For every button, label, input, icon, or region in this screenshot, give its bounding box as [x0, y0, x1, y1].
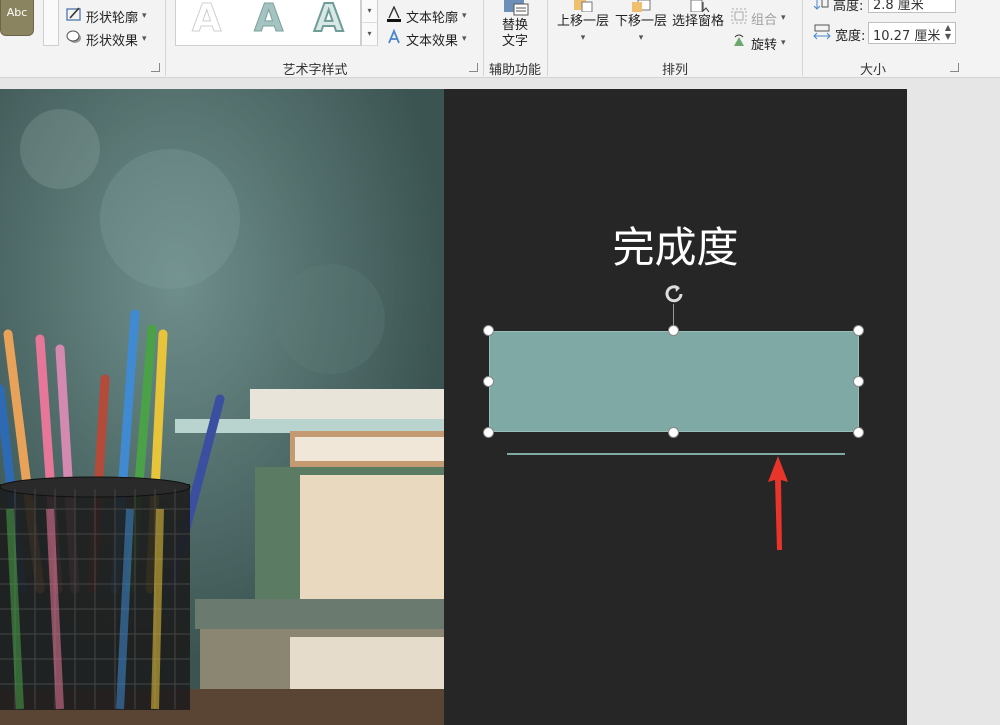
alt-text-button[interactable]: 替换 文字: [494, 0, 536, 50]
wordart-style-outline[interactable]: A: [313, 0, 344, 41]
chevron-down-icon: ▾: [362, 0, 377, 23]
text-outline-icon: [386, 5, 402, 26]
wordart-gallery[interactable]: A A A: [175, 0, 361, 46]
height-label: 高度:: [833, 0, 864, 14]
height-input[interactable]: 2.8 厘米: [868, 0, 956, 13]
chevron-down-icon: ▾: [462, 34, 467, 44]
width-control: 宽度:: [813, 24, 865, 44]
rotate-label: 旋转: [751, 37, 778, 53]
selection-pane-icon: [685, 0, 711, 13]
send-backward-button[interactable]: 下移一层 ▾: [612, 0, 670, 46]
text-effects-button[interactable]: 文本效果 ▾: [386, 28, 467, 49]
chevron-down-icon: ▾: [580, 33, 586, 43]
dialog-launcher-icon[interactable]: [950, 63, 959, 72]
resize-handle-top-right[interactable]: [853, 325, 864, 336]
text-effects-label: 文本效果: [406, 33, 459, 49]
width-icon: [813, 24, 831, 44]
resize-handle-left[interactable]: [483, 376, 494, 387]
shape-outline-icon: [66, 6, 82, 26]
shape-outline-button[interactable]: 形状轮廓 ▾: [66, 6, 147, 26]
bring-forward-icon: [570, 0, 596, 13]
slide-title[interactable]: 完成度: [444, 214, 907, 275]
size-group-label: 大小: [859, 63, 886, 78]
resize-handle-top[interactable]: [668, 325, 679, 336]
chevron-down-icon: ▾: [462, 11, 467, 21]
rotate-icon: [731, 33, 747, 53]
wordart-group-label: 艺术字样式: [282, 63, 348, 78]
wordart-style-plain[interactable]: A: [191, 0, 221, 41]
selection-pane-label: 选择窗格: [671, 14, 724, 29]
bring-forward-label: 上移一层: [556, 14, 609, 29]
resize-handle-right[interactable]: [853, 376, 864, 387]
shape-style-swatch[interactable]: Abc: [0, 0, 34, 36]
chevron-down-icon: ▾: [142, 11, 147, 21]
ribbon: Abc 形状轮廓 ▾ 形状效果 ▾ A A A ▾ ▾ 文本轮廓 ▾ 文本效果 …: [0, 0, 1000, 78]
group-icon: [731, 8, 747, 28]
accessibility-group-label: 辅助功能: [488, 63, 541, 78]
classroom-photo: [0, 89, 444, 725]
shape-outline-label: 形状轮廓: [86, 10, 139, 26]
selection-pane-button[interactable]: 选择窗格: [670, 0, 726, 30]
resize-handle-bottom-left[interactable]: [483, 427, 494, 438]
group-label: 组合: [751, 12, 778, 28]
group-divider: [165, 0, 166, 76]
text-outline-button[interactable]: 文本轮廓 ▾: [386, 5, 467, 26]
shape-effects-icon: [66, 29, 82, 49]
shape-style-scroll[interactable]: [43, 0, 59, 46]
chevron-down-icon: ▾: [142, 34, 147, 44]
resize-handle-top-left[interactable]: [483, 325, 494, 336]
progress-track-line[interactable]: [507, 453, 845, 455]
height-icon: [813, 0, 829, 14]
shape-effects-label: 形状效果: [86, 33, 139, 49]
send-backward-label: 下移一层: [614, 14, 667, 29]
alt-text-label-2: 文字: [501, 34, 528, 49]
chevron-down-icon: ▾: [781, 38, 786, 48]
width-label: 宽度:: [835, 28, 866, 44]
wordart-style-fill[interactable]: A: [253, 0, 283, 41]
group-button[interactable]: 组合 ▾: [731, 8, 786, 28]
dialog-launcher-icon[interactable]: [151, 63, 160, 72]
more-icon: ▾: [362, 23, 377, 46]
progress-bar-shape[interactable]: [489, 331, 859, 432]
dialog-launcher-icon[interactable]: [469, 63, 478, 72]
send-backward-icon: [628, 0, 654, 12]
bring-forward-button[interactable]: 上移一层 ▾: [554, 0, 612, 46]
width-spinner[interactable]: ▲ ▼: [942, 23, 954, 43]
rotate-handle-icon[interactable]: [662, 282, 686, 306]
shape-effects-button[interactable]: 形状效果 ▾: [66, 29, 147, 49]
alt-text-icon: [500, 0, 530, 16]
alt-text-label-1: 替换: [501, 18, 528, 33]
wordart-gallery-scroll[interactable]: ▾ ▾: [361, 0, 378, 46]
text-effects-icon: [386, 28, 402, 49]
chevron-down-icon: ▾: [781, 13, 786, 23]
rotate-button[interactable]: 旋转 ▾: [731, 33, 786, 53]
resize-handle-bottom[interactable]: [668, 427, 679, 438]
resize-handle-bottom-right[interactable]: [853, 427, 864, 438]
chevron-down-icon: ▾: [638, 33, 644, 43]
height-control: 高度:: [813, 0, 863, 14]
annotation-arrow-icon: [766, 456, 790, 552]
text-outline-label: 文本轮廓: [406, 10, 459, 26]
arrange-group-label: 排列: [661, 63, 688, 78]
